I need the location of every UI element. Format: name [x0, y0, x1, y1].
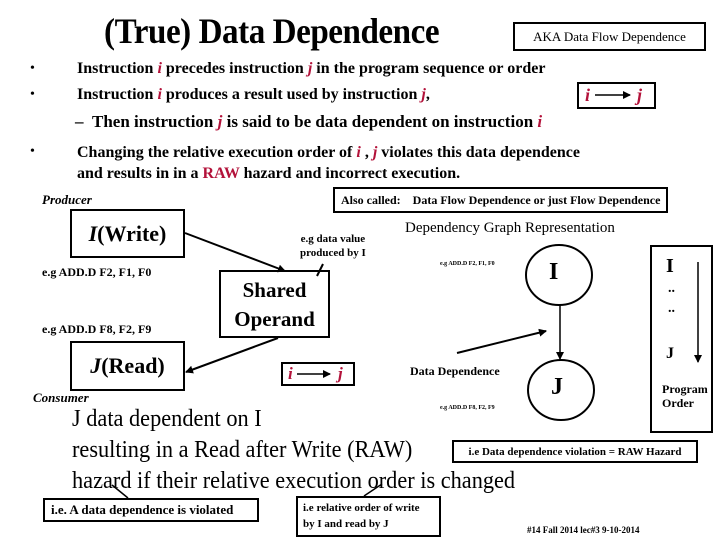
- order-pointer: [363, 483, 383, 497]
- operand-to-read-arrow: [185, 337, 279, 374]
- edge-label-pointer: [456, 328, 547, 354]
- write-to-operand-arrow: [184, 232, 286, 273]
- graph-node-j-circle: [527, 359, 595, 421]
- violated-pointer: [111, 484, 129, 499]
- note-pointer: [316, 263, 324, 277]
- graph-node-i-circle: [525, 244, 593, 306]
- diagram-connectors: [111, 91, 702, 499]
